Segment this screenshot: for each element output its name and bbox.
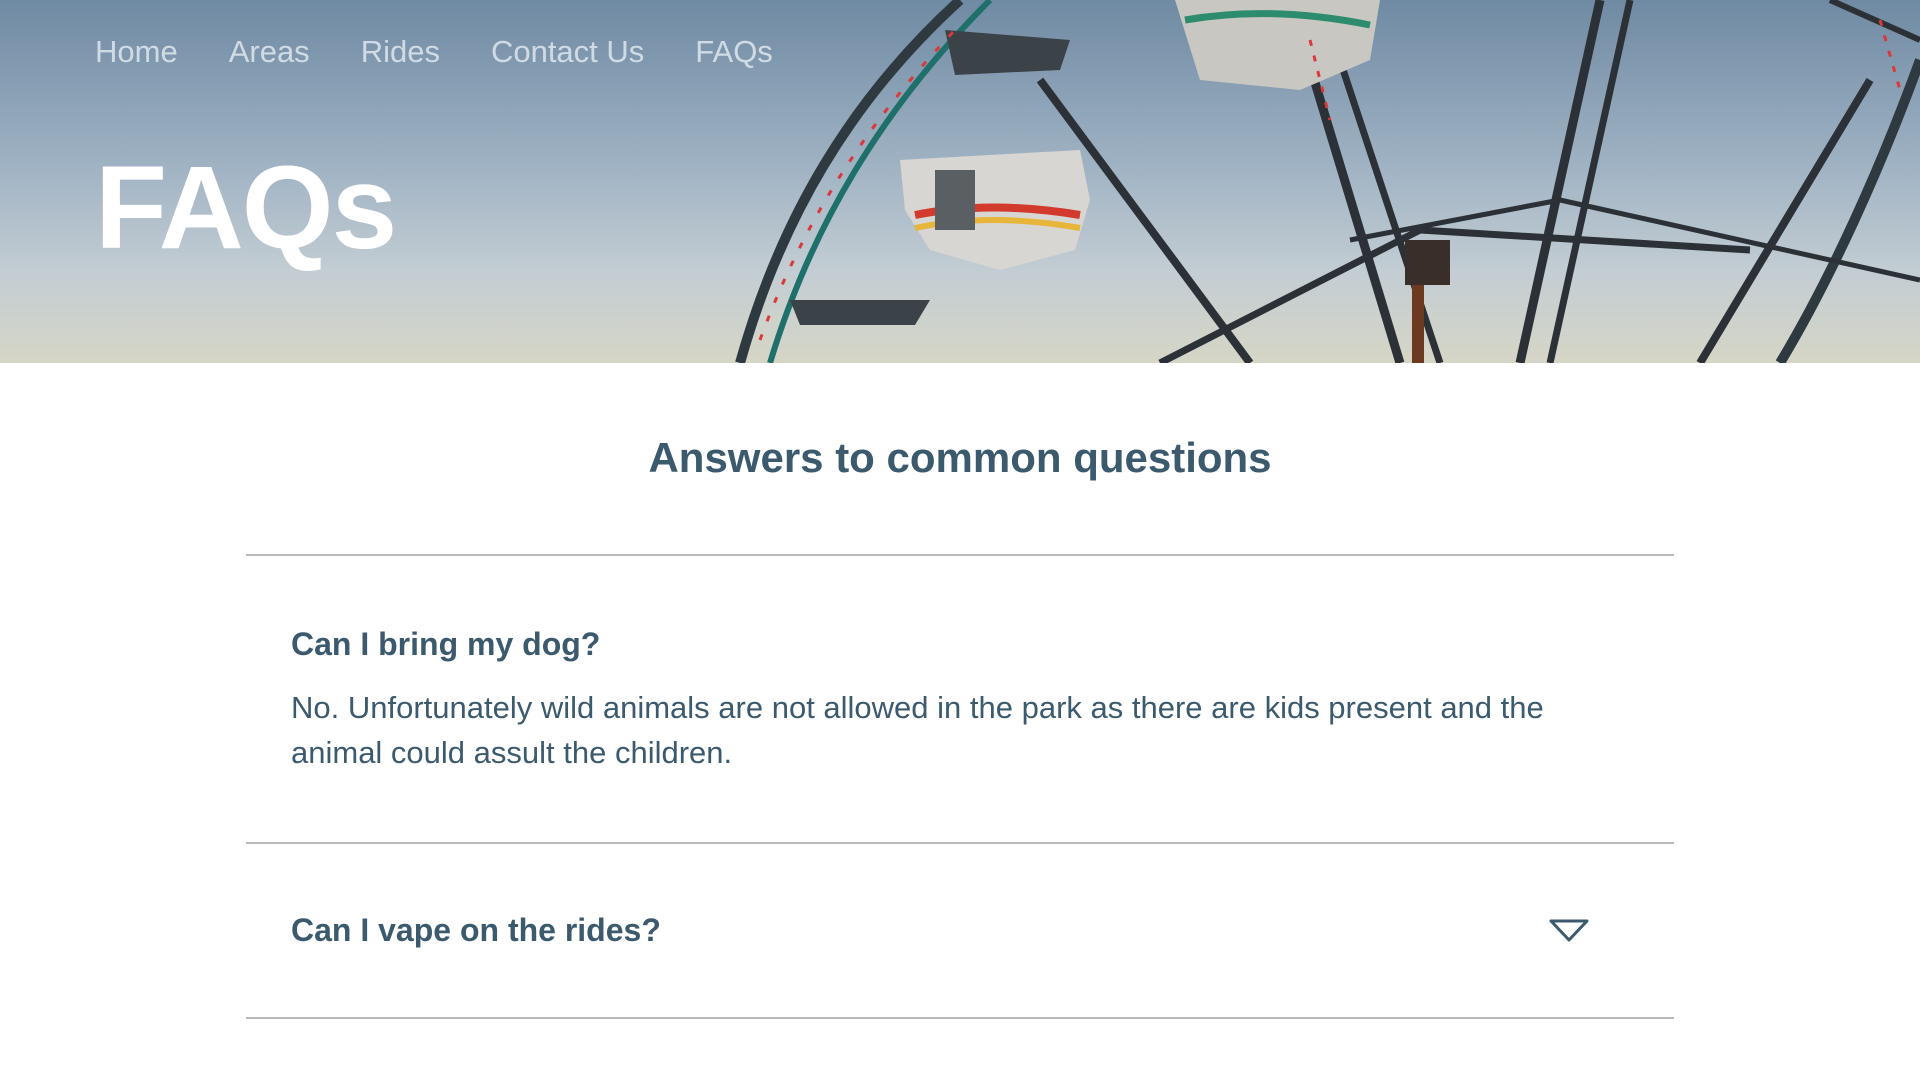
nav-link-areas[interactable]: Areas: [229, 34, 310, 70]
faq-question[interactable]: Can I vape on the rides?: [291, 912, 661, 949]
faq-item-vape[interactable]: Can I vape on the rides?: [246, 844, 1674, 1019]
chevron-down-icon[interactable]: [1549, 919, 1589, 943]
nav-link-rides[interactable]: Rides: [361, 34, 440, 70]
page-title: FAQs: [95, 142, 397, 274]
hero-banner: Home Areas Rides Contact Us FAQs FAQs: [0, 0, 1920, 363]
faq-question[interactable]: Can I bring my dog?: [291, 626, 1629, 663]
faq-section: Answers to common questions Can I bring …: [0, 363, 1920, 1019]
nav-link-faqs[interactable]: FAQs: [695, 34, 773, 70]
nav-link-home[interactable]: Home: [95, 34, 178, 70]
nav-link-contact-us[interactable]: Contact Us: [491, 34, 644, 70]
faq-answer: No. Unfortunately wild animals are not a…: [291, 690, 1544, 770]
main-nav: Home Areas Rides Contact Us FAQs: [95, 34, 773, 70]
section-heading: Answers to common questions: [648, 434, 1272, 481]
faq-item-dog[interactable]: Can I bring my dog? No. Unfortunately wi…: [246, 556, 1674, 844]
faq-list: Can I bring my dog? No. Unfortunately wi…: [246, 554, 1674, 1019]
